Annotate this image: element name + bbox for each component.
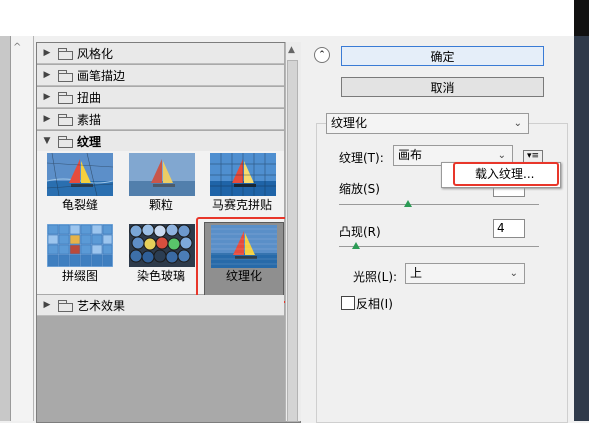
category-sketch[interactable]: ▶ 素描 <box>37 109 284 130</box>
preview-area[interactable] <box>0 36 11 421</box>
filter-select[interactable]: 纹理化 ⌄ <box>326 113 529 134</box>
light-select-value: 上 <box>410 266 423 280</box>
scaling-label: 缩放(S) <box>339 182 380 196</box>
desktop-background <box>574 0 589 36</box>
scaling-slider-track[interactable] <box>339 204 539 205</box>
sailboat-thumbnail-image <box>47 153 113 196</box>
chevron-down-icon: ⌄ <box>513 118 522 129</box>
light-select[interactable]: 上 ⌄ <box>405 263 525 284</box>
chevron-up-icon[interactable]: ▲ <box>288 45 295 55</box>
thumbnail-label: 颗粒 <box>148 198 173 212</box>
category-label: 艺术效果 <box>77 298 126 313</box>
category-label: 风格化 <box>77 46 114 61</box>
light-label: 光照(L): <box>353 270 398 284</box>
ok-button[interactable]: 确定 <box>341 46 544 66</box>
category-label: 素描 <box>77 112 102 127</box>
category-label: 扭曲 <box>77 90 102 105</box>
thumbnail-label: 染色玻璃 <box>136 269 185 283</box>
thumbnail-mosaic-tiles[interactable] <box>210 153 276 196</box>
open-folder-icon <box>58 135 73 148</box>
highlight-box-load-texture <box>453 162 559 186</box>
relief-slider-track[interactable] <box>339 246 539 247</box>
folder-icon <box>58 47 73 60</box>
invert-label: 反相(I) <box>356 297 393 311</box>
folder-icon <box>58 299 73 312</box>
preview-scrollbar[interactable] <box>11 36 34 421</box>
cancel-button[interactable]: 取消 <box>341 77 544 97</box>
expand-arrow-icon[interactable]: ▶ <box>40 70 54 80</box>
highlight-box-texturizer <box>196 217 295 303</box>
collapse-arrow-icon[interactable]: ▼ <box>40 136 54 146</box>
thumbnail-label: 马赛克拼贴 <box>211 198 272 212</box>
thumbnail-craquelure[interactable] <box>47 153 113 196</box>
category-artistic[interactable]: ▶ 艺术效果 <box>37 295 284 316</box>
relief-input[interactable]: 4 <box>493 219 525 238</box>
expand-arrow-icon[interactable]: ▶ <box>40 48 54 58</box>
expand-arrow-icon[interactable]: ▶ <box>40 92 54 102</box>
folder-icon <box>58 69 73 82</box>
thumbnail-patchwork[interactable] <box>47 224 113 267</box>
category-stylize[interactable]: ▶ 风格化 <box>37 43 284 64</box>
desktop-background <box>574 36 589 421</box>
patchwork-thumbnail-image <box>47 224 113 267</box>
expand-arrow-icon[interactable]: ▶ <box>40 300 54 310</box>
chevron-down-icon: ⌄ <box>509 268 518 279</box>
category-label: 画笔描边 <box>77 68 126 83</box>
collapse-gallery-icon[interactable]: ⌃ <box>314 47 330 63</box>
chevron-up-icon[interactable]: ^ <box>13 42 21 53</box>
scaling-slider-knob[interactable] <box>404 200 412 207</box>
expand-arrow-icon[interactable]: ▶ <box>40 114 54 124</box>
sailboat-thumbnail-image <box>210 153 276 196</box>
stained-glass-thumbnail-image <box>129 224 195 267</box>
folder-icon <box>58 91 73 104</box>
category-brush-strokes[interactable]: ▶ 画笔描边 <box>37 65 284 86</box>
texture-select-value: 画布 <box>398 148 423 162</box>
category-distort[interactable]: ▶ 扭曲 <box>37 87 284 108</box>
window-title-area <box>0 0 589 36</box>
category-texture[interactable]: ▼ 纹理 <box>37 131 284 152</box>
thumbnail-label: 拼缀图 <box>61 269 98 283</box>
thumbnail-grain[interactable] <box>129 153 195 196</box>
relief-slider-knob[interactable] <box>351 242 360 249</box>
texture-label: 纹理(T): <box>339 151 384 165</box>
sailboat-thumbnail-image <box>129 153 195 196</box>
gallery-scrollbar-thumb[interactable] <box>287 60 298 422</box>
thumbnail-label: 龟裂缝 <box>61 198 98 212</box>
category-label: 纹理 <box>77 134 102 149</box>
folder-icon <box>58 113 73 126</box>
invert-checkbox[interactable] <box>341 296 355 310</box>
relief-label: 凸现(R) <box>339 225 381 239</box>
thumbnail-stained-glass[interactable] <box>129 224 195 267</box>
filter-select-value: 纹理化 <box>331 116 368 130</box>
